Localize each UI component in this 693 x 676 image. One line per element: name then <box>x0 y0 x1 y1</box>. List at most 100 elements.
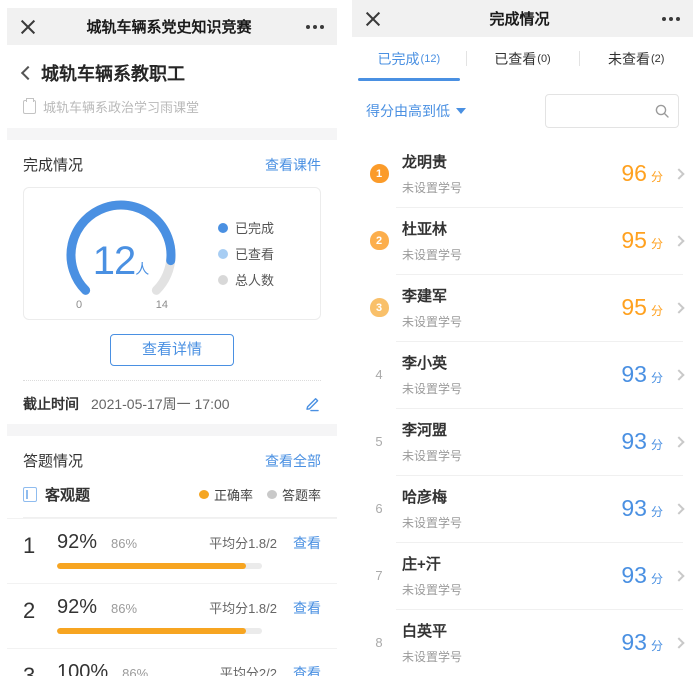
question-index: 2 <box>23 596 57 634</box>
gauge-min-label: 0 <box>76 299 82 311</box>
close-icon[interactable] <box>20 19 36 35</box>
rank-number: 5 <box>375 434 382 449</box>
question-type-label: 客观题 <box>45 484 90 505</box>
more-menu-icon[interactable] <box>302 25 324 29</box>
sort-dropdown[interactable]: 得分由高到低 <box>366 101 466 121</box>
completion-gauge-card: 12人 0 14 已完成 已查看 总人数 <box>23 187 321 320</box>
student-name: 李河盟 <box>402 419 462 440</box>
objective-question-icon <box>23 487 37 502</box>
student-row[interactable]: 4 李小英未设置学号 93分 <box>352 341 693 408</box>
question-type-row: 客观题 正确率 答题率 <box>7 471 337 517</box>
question-row: 3 100% 86% 平均分2/2 查看 <box>7 648 337 676</box>
rank-medal: 2 <box>370 231 389 250</box>
answers-legend: 正确率 答题率 <box>199 485 321 504</box>
student-id: 未设置学号 <box>402 246 462 263</box>
question-row: 2 92% 86% 平均分1.8/2 查看 <box>7 583 337 648</box>
section-gap <box>7 128 337 140</box>
rank-medal: 3 <box>370 298 389 317</box>
legend-dot-completed <box>218 223 228 233</box>
rank-medal: 1 <box>370 164 389 183</box>
legend-item-correct-rate: 正确率 <box>199 485 253 504</box>
answers-section: 答题情况 查看全部 客观题 正确率 答题率 1 92% <box>7 436 337 676</box>
student-id: 未设置学号 <box>402 514 462 531</box>
student-row[interactable]: 2 杜亚林未设置学号 95分 <box>352 207 693 274</box>
back-course-row[interactable]: 城轨车辆系教职工 <box>23 60 321 86</box>
more-menu-icon[interactable] <box>658 17 680 21</box>
search-box[interactable] <box>545 94 679 128</box>
student-row[interactable]: 5 李河盟未设置学号 93分 <box>352 408 693 475</box>
legend-item-answer-rate: 答题率 <box>267 485 321 504</box>
chevron-right-icon <box>673 503 684 514</box>
view-question-link[interactable]: 查看 <box>293 533 321 553</box>
tab-viewed[interactable]: 已查看(0) <box>466 37 580 81</box>
chevron-right-icon <box>673 168 684 179</box>
status-tabs: 已完成(12) 已查看(0) 未查看(2) <box>352 37 693 81</box>
gauge-max-label: 14 <box>156 299 168 311</box>
course-subtitle-row: 城轨车辆系政治学习雨课堂 <box>23 97 321 116</box>
correct-rate: 92% <box>57 596 97 619</box>
student-id: 未设置学号 <box>402 313 462 330</box>
student-name: 白英平 <box>402 620 462 641</box>
right-appbar-title: 完成情况 <box>381 8 658 29</box>
student-list: 1 龙明贵未设置学号 96分 2 杜亚林未设置学号 95分 3 李建军未设置学号… <box>352 140 693 676</box>
average-score: 平均分1.8/2 <box>209 598 277 617</box>
student-name: 李小英 <box>402 352 462 373</box>
student-row[interactable]: 3 李建军未设置学号 95分 <box>352 274 693 341</box>
course-subtitle: 城轨车辆系政治学习雨课堂 <box>43 97 199 116</box>
student-score: 93分 <box>621 428 663 455</box>
tab-completed[interactable]: 已完成(12) <box>352 37 466 81</box>
student-score: 93分 <box>621 495 663 522</box>
average-score: 平均分2/2 <box>220 663 277 676</box>
chevron-right-icon <box>673 570 684 581</box>
tab-not-viewed[interactable]: 未查看(2) <box>579 37 693 81</box>
student-row[interactable]: 8 白英平未设置学号 93分 <box>352 609 693 676</box>
deadline-value: 2021-05-17周一 17:00 <box>91 394 230 414</box>
student-row[interactable]: 7 庄+汗未设置学号 93分 <box>352 542 693 609</box>
view-details-button[interactable]: 查看详情 <box>110 334 234 366</box>
student-score: 95分 <box>621 294 663 321</box>
student-id: 未设置学号 <box>402 648 462 665</box>
view-courseware-link[interactable]: 查看课件 <box>265 155 321 175</box>
student-row[interactable]: 1 龙明贵未设置学号 96分 <box>352 140 693 207</box>
rank-number: 8 <box>375 635 382 650</box>
view-all-link[interactable]: 查看全部 <box>265 451 321 471</box>
student-name: 杜亚林 <box>402 218 462 239</box>
legend-dot-total <box>218 275 228 285</box>
gauge-unit: 人 <box>135 261 149 277</box>
course-header: 城轨车辆系教职工 城轨车辆系政治学习雨课堂 <box>7 45 337 128</box>
close-icon[interactable] <box>365 11 381 27</box>
legend-dot-correct-rate <box>199 490 209 499</box>
gauge-value: 12 <box>93 239 136 283</box>
legend-dot-answer-rate <box>267 490 277 499</box>
student-score: 96分 <box>621 160 663 187</box>
completion-section: 完成情况 查看课件 12人 0 14 已完成 <box>7 140 337 424</box>
chevron-right-icon <box>673 235 684 246</box>
chevron-right-icon <box>673 302 684 313</box>
edit-pencil-icon[interactable] <box>303 395 321 413</box>
answer-rate: 86% <box>111 536 137 551</box>
search-input[interactable] <box>554 104 654 119</box>
list-toolbar: 得分由高到低 <box>352 81 693 140</box>
student-name: 哈彦梅 <box>402 486 462 507</box>
student-name: 庄+汗 <box>402 553 462 574</box>
chevron-down-icon <box>456 108 466 114</box>
student-id: 未设置学号 <box>402 447 462 464</box>
student-id: 未设置学号 <box>402 380 462 397</box>
answer-rate: 86% <box>111 601 137 616</box>
legend-item-completed: 已完成 <box>218 218 274 237</box>
student-score: 93分 <box>621 562 663 589</box>
correct-rate: 100% <box>57 661 108 676</box>
view-question-link[interactable]: 查看 <box>293 598 321 618</box>
question-row: 1 92% 86% 平均分1.8/2 查看 <box>7 518 337 583</box>
view-question-link[interactable]: 查看 <box>293 663 321 676</box>
student-row[interactable]: 6 哈彦梅未设置学号 93分 <box>352 475 693 542</box>
legend-dot-viewed <box>218 249 228 259</box>
student-id: 未设置学号 <box>402 581 462 598</box>
search-icon <box>654 103 670 119</box>
answers-title: 答题情况 <box>23 450 83 471</box>
correct-rate-bar <box>57 628 262 634</box>
rank-number: 6 <box>375 501 382 516</box>
rank-number: 4 <box>375 367 382 382</box>
legend-item-total: 总人数 <box>218 270 274 289</box>
student-score: 95分 <box>621 227 663 254</box>
